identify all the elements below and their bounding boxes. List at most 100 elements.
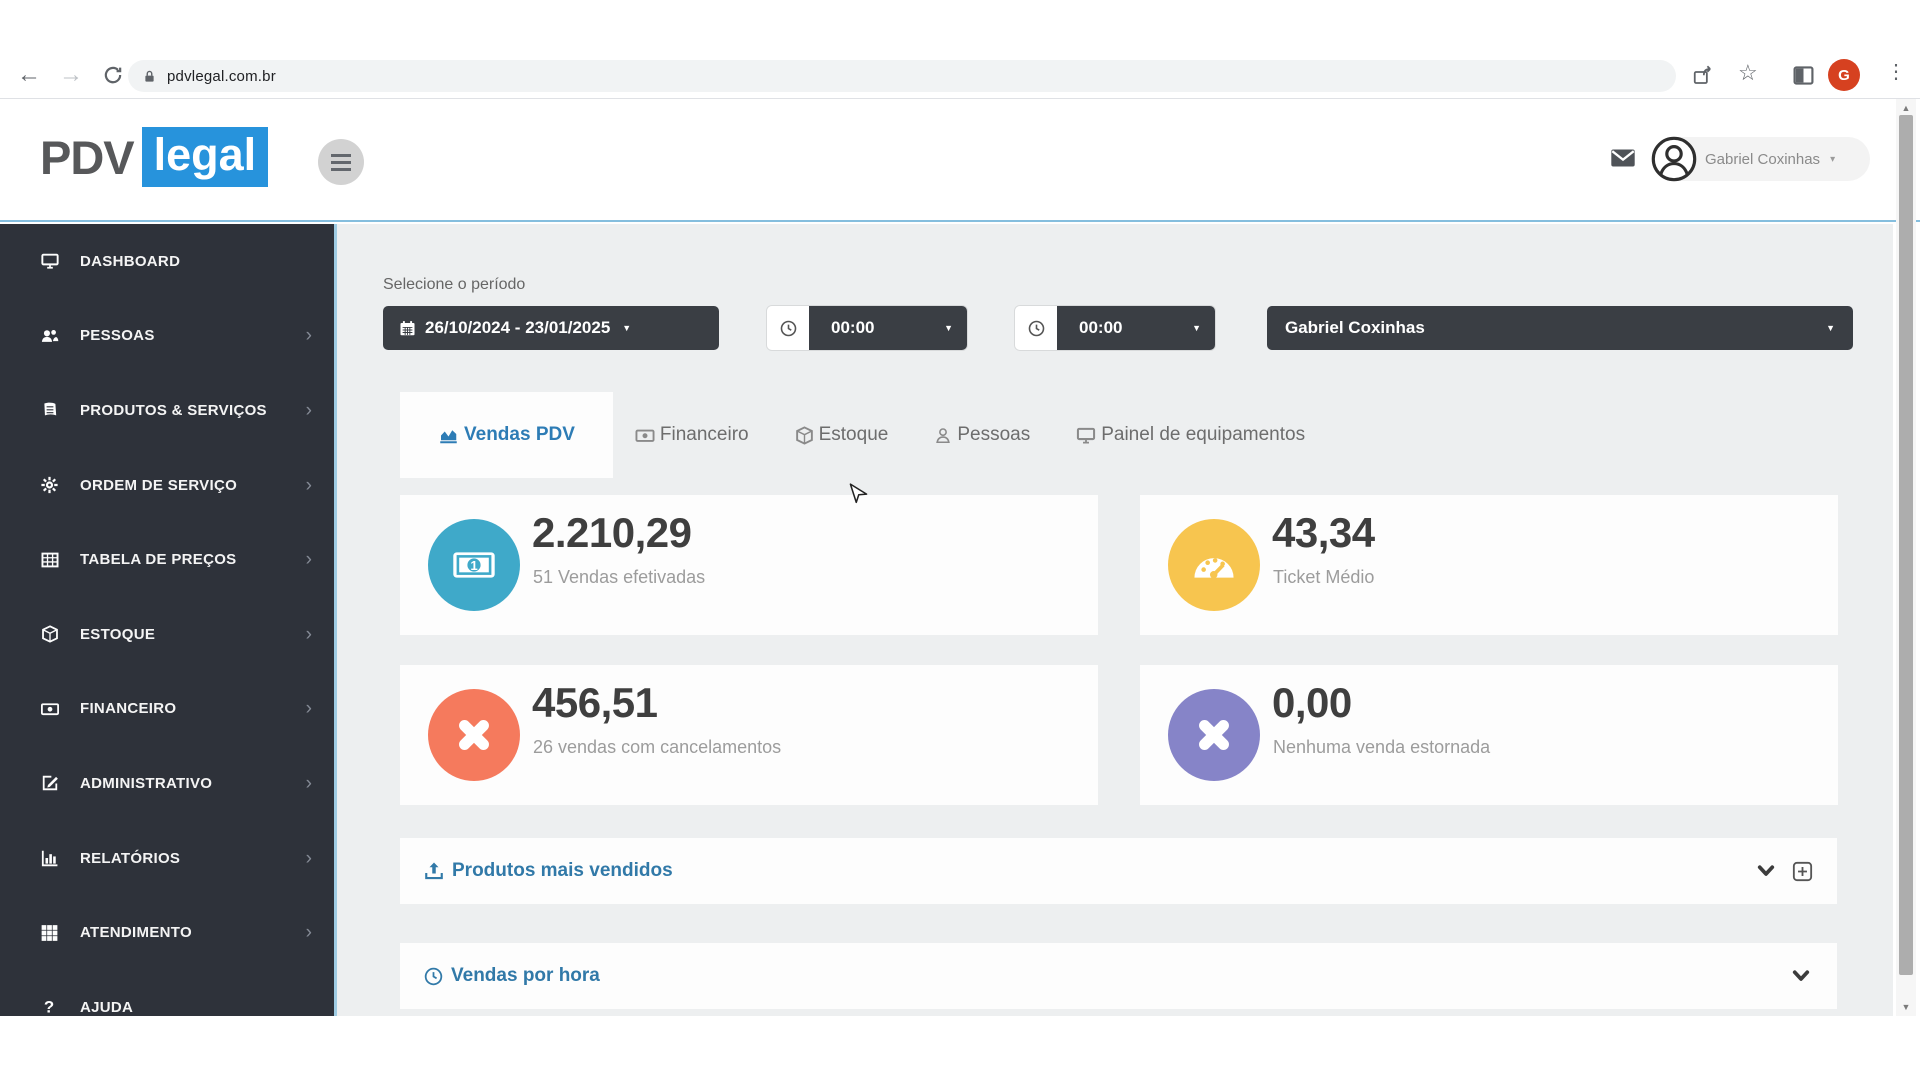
url-text: pdvlegal.com.br bbox=[167, 67, 276, 85]
period-label: Selecione o período bbox=[383, 276, 526, 293]
tab-vendas-pdv[interactable]: Vendas PDV bbox=[400, 392, 613, 478]
stat-value: 43,34 bbox=[1272, 509, 1375, 556]
scroll-up-arrow[interactable]: ▲ bbox=[1896, 103, 1916, 113]
bookmark-star-icon[interactable]: ☆ bbox=[1738, 60, 1758, 86]
sidebar-item-dashboard[interactable]: DASHBOARD bbox=[0, 224, 334, 299]
caret-down-icon: ▼ bbox=[944, 323, 953, 333]
sidebar-item-atendimento[interactable]: ATENDIMENTO › bbox=[0, 895, 334, 970]
x-mark-icon bbox=[1168, 689, 1260, 781]
envelope-icon[interactable] bbox=[1608, 145, 1638, 171]
x-mark-icon bbox=[428, 689, 520, 781]
panel-title[interactable]: Vendas por hora bbox=[424, 965, 600, 987]
scrollbar-thumb[interactable] bbox=[1899, 115, 1913, 975]
main-content: Selecione o período 26/10/2024 - 23/01/2… bbox=[337, 224, 1893, 1016]
banknote-icon bbox=[428, 519, 520, 611]
bar-chart-icon bbox=[40, 849, 62, 867]
chevron-right-icon: › bbox=[305, 474, 312, 496]
sidebar: DASHBOARD PESSOAS › PRODUTOS & SERVIÇOS … bbox=[0, 224, 334, 1016]
sidebar-item-label: DASHBOARD bbox=[80, 252, 181, 270]
stat-caption: Nenhuma venda estornada bbox=[1273, 737, 1491, 757]
url-bar[interactable]: pdvlegal.com.br bbox=[128, 60, 1676, 92]
tab-label: Estoque bbox=[818, 424, 889, 445]
sidebar-item-estoque[interactable]: ESTOQUE › bbox=[0, 597, 334, 672]
side-panel-icon[interactable] bbox=[1792, 64, 1815, 87]
clock-icon bbox=[1015, 306, 1057, 350]
consultant-select[interactable]: Gabriel Coxinhas ▼ bbox=[1267, 306, 1853, 350]
tab-pessoas[interactable]: Pessoas bbox=[934, 424, 1030, 446]
book-icon bbox=[40, 401, 62, 419]
scroll-down-arrow[interactable]: ▼ bbox=[1896, 1002, 1916, 1012]
bottom-whitespace bbox=[0, 1016, 1920, 1080]
stat-card-estornos: 0,00 Nenhuma venda estornada bbox=[1140, 665, 1838, 805]
time-end-select[interactable]: 00:00 ▼ bbox=[1057, 306, 1215, 350]
menu-dots-icon[interactable]: ⋮ bbox=[1886, 59, 1906, 84]
grid-icon bbox=[40, 924, 62, 942]
stat-caption: 51 Vendas efetivadas bbox=[533, 567, 706, 587]
cube-icon bbox=[40, 625, 62, 643]
sidebar-item-label: ESTOQUE bbox=[80, 625, 156, 643]
chevron-right-icon: › bbox=[305, 325, 312, 347]
stat-value: 2.210,29 bbox=[532, 509, 692, 556]
sidebar-item-tabela-de-precos[interactable]: TABELA DE PREÇOS › bbox=[0, 522, 334, 597]
caret-down-icon: ▼ bbox=[1826, 323, 1835, 333]
stat-value: 0,00 bbox=[1272, 679, 1352, 726]
caret-down-icon: ▾ bbox=[1830, 153, 1836, 165]
caret-down-icon: ▼ bbox=[622, 323, 632, 333]
back-icon[interactable]: ← bbox=[14, 61, 44, 89]
tab-label: Vendas PDV bbox=[464, 424, 575, 445]
banknote-icon bbox=[635, 426, 655, 445]
panel-title[interactable]: Produtos mais vendidos bbox=[424, 860, 673, 882]
panel-vendas-por-hora: Vendas por hora bbox=[400, 943, 1837, 1009]
chevron-right-icon: › bbox=[305, 698, 312, 720]
collapse-chevron-icon[interactable] bbox=[1754, 861, 1778, 881]
upload-icon bbox=[424, 861, 444, 881]
sidebar-item-relatorios[interactable]: RELATÓRIOS › bbox=[0, 821, 334, 896]
sidebar-item-administrativo[interactable]: ADMINISTRATIVO › bbox=[0, 746, 334, 821]
gauge-icon bbox=[1168, 519, 1260, 611]
time-end-value: 00:00 bbox=[1079, 318, 1123, 337]
calendar-icon bbox=[399, 320, 416, 337]
browser-profile-avatar[interactable]: G bbox=[1828, 59, 1860, 91]
app-logo[interactable]: PDV legal bbox=[40, 127, 269, 187]
gear-icon bbox=[40, 476, 62, 494]
sidebar-item-label: RELATÓRIOS bbox=[80, 849, 181, 867]
share-icon[interactable] bbox=[1692, 64, 1714, 86]
tab-painel-de-equipamentos[interactable]: Painel de equipamentos bbox=[1076, 424, 1305, 446]
time-end-group: 00:00 ▼ bbox=[1015, 306, 1215, 350]
edit-icon bbox=[40, 774, 62, 792]
time-start-select[interactable]: 00:00 ▼ bbox=[809, 306, 967, 350]
date-range-picker[interactable]: 26/10/2024 - 23/01/2025 ▼ bbox=[383, 306, 719, 350]
sidebar-item-pessoas[interactable]: PESSOAS › bbox=[0, 299, 334, 374]
chevron-right-icon: › bbox=[305, 623, 312, 645]
lock-icon bbox=[142, 69, 157, 84]
person-icon bbox=[934, 426, 952, 445]
vertical-scrollbar[interactable]: ▲ ▼ bbox=[1896, 99, 1916, 1016]
time-start-value: 00:00 bbox=[831, 318, 875, 337]
stat-card-ticket-medio: 43,34 Ticket Médio bbox=[1140, 495, 1838, 635]
forward-icon[interactable]: → bbox=[56, 61, 86, 89]
sidebar-item-label: ADMINISTRATIVO bbox=[80, 774, 213, 792]
collapse-chevron-icon[interactable] bbox=[1789, 966, 1813, 986]
expand-plus-icon[interactable] bbox=[1792, 861, 1813, 882]
area-chart-icon bbox=[438, 425, 459, 445]
screen: ← → pdvlegal.com.br ☆ G ⋮ PDV legal Gabr… bbox=[0, 0, 1920, 1080]
tab-financeiro[interactable]: Financeiro bbox=[635, 424, 749, 446]
hamburger-menu-button[interactable] bbox=[318, 139, 364, 185]
sidebar-item-ordem-de-servico[interactable]: ORDEM DE SERVIÇO › bbox=[0, 448, 334, 523]
sidebar-item-produtos-servicos[interactable]: PRODUTOS & SERVIÇOS › bbox=[0, 373, 334, 448]
sidebar-item-label: ORDEM DE SERVIÇO bbox=[80, 476, 238, 494]
app-header: PDV legal Gabriel Coxinhas ▾ bbox=[0, 99, 1920, 222]
sidebar-item-ajuda[interactable]: AJUDA bbox=[0, 970, 334, 1016]
user-name: Gabriel Coxinhas bbox=[1705, 150, 1821, 168]
sidebar-item-label: FINANCEIRO bbox=[80, 700, 177, 718]
sidebar-item-financeiro[interactable]: FINANCEIRO › bbox=[0, 672, 334, 747]
user-menu[interactable]: Gabriel Coxinhas ▾ bbox=[1652, 137, 1870, 181]
panel-produtos-mais-vendidos: Produtos mais vendidos bbox=[400, 838, 1837, 904]
sidebar-item-label: TABELA DE PREÇOS bbox=[80, 551, 237, 569]
reload-icon[interactable] bbox=[102, 64, 124, 86]
monitor-icon bbox=[40, 252, 62, 270]
tab-estoque[interactable]: Estoque bbox=[795, 424, 889, 446]
sidebar-item-label: PRODUTOS & SERVIÇOS bbox=[80, 401, 267, 419]
logo-pdv-text: PDV bbox=[40, 130, 135, 184]
tab-label: Financeiro bbox=[659, 424, 749, 445]
